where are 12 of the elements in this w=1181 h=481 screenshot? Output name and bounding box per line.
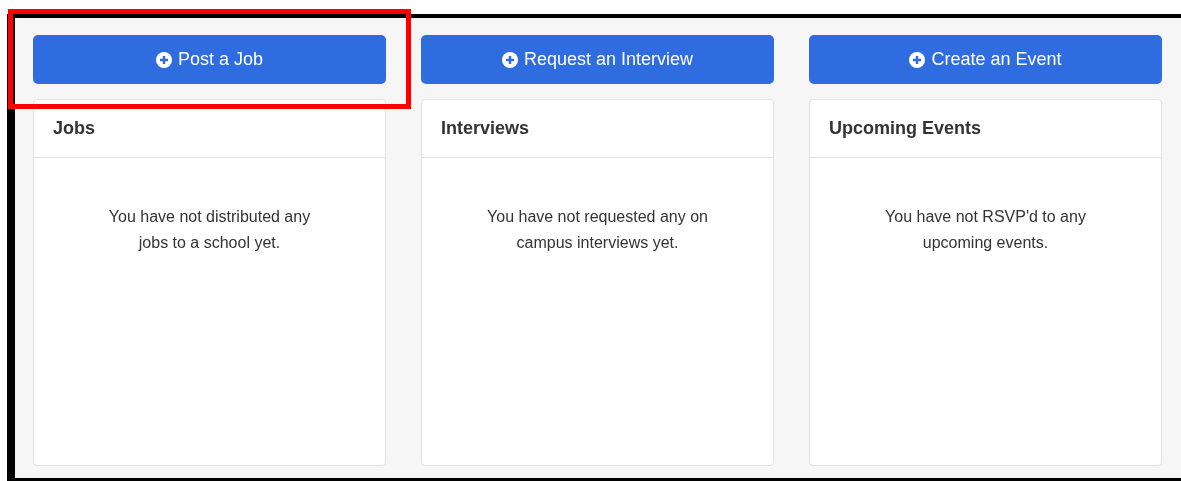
plus-circle-icon xyxy=(501,51,518,68)
empty-message: You have not distributed any jobs to a school yet. xyxy=(107,207,312,253)
add-button[interactable]: Request an Interview xyxy=(421,35,774,84)
plus-circle-icon xyxy=(909,51,926,68)
add-button[interactable]: Post a Job xyxy=(33,35,386,84)
plus-circle-icon xyxy=(155,51,172,68)
empty-message: You have not requested any on campus interviews yet. xyxy=(486,207,709,253)
add-button[interactable]: Create an Event xyxy=(809,35,1162,84)
card-title: Interviews xyxy=(441,117,530,140)
empty-message: You have not RSVP'd to any upcoming events. xyxy=(884,207,1087,253)
card-title: Jobs xyxy=(53,117,95,140)
card-title: Upcoming Events xyxy=(829,117,982,140)
